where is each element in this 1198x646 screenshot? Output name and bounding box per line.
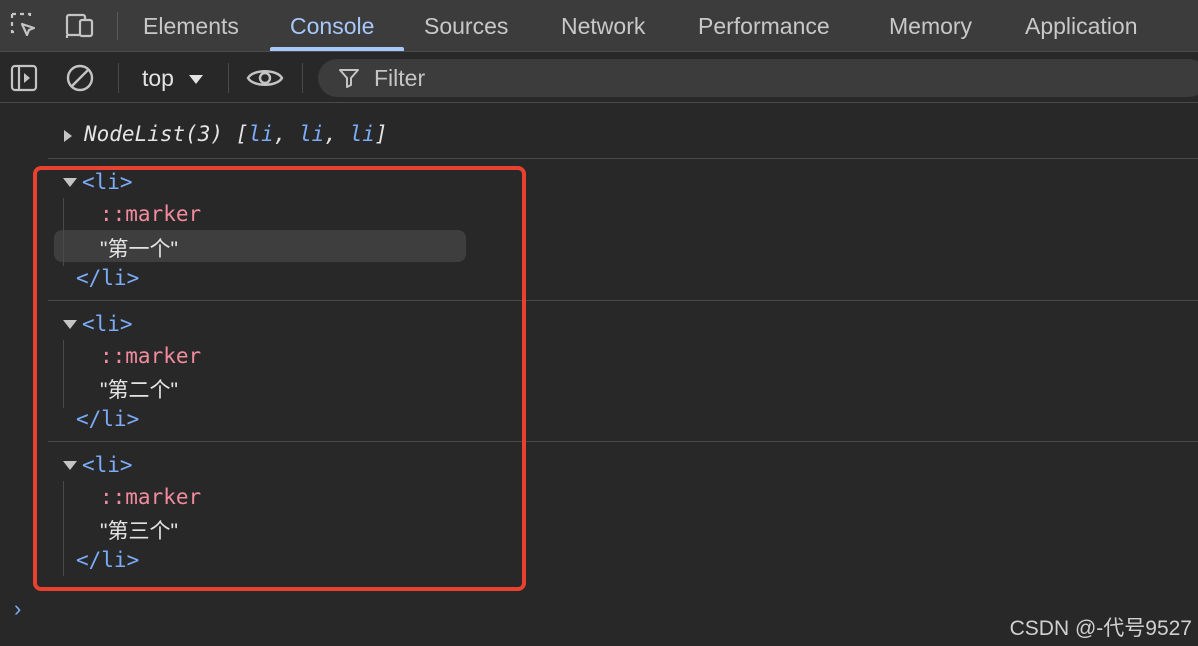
console-toolbar: top Filter: [0, 53, 1198, 103]
console-divider: [48, 158, 1198, 159]
tab-elements[interactable]: Elements: [143, 0, 239, 52]
nodelist-sep: ,: [324, 122, 350, 146]
chevron-down-icon[interactable]: [189, 75, 203, 84]
tab-network[interactable]: Network: [561, 0, 645, 52]
nodelist-open-bracket: [: [235, 122, 249, 146]
tab-memory[interactable]: Memory: [889, 0, 972, 52]
nodelist-item: li: [248, 122, 274, 146]
devtools-tab-bar: Elements Console Sources Network Perform…: [0, 0, 1198, 52]
nodelist-item: li: [349, 122, 375, 146]
nodelist-sep: ,: [273, 122, 299, 146]
tab-application[interactable]: Application: [1025, 0, 1138, 52]
live-expression-eye-icon[interactable]: [246, 62, 284, 94]
toolbar-separator: [228, 63, 229, 93]
filter-placeholder: Filter: [374, 65, 426, 91]
toolbar-separator: [118, 63, 119, 93]
toolbar-separator: [302, 63, 303, 93]
filter-input[interactable]: Filter: [318, 59, 1198, 97]
console-prompt[interactable]: ›: [14, 596, 21, 622]
tab-bar-separator: [117, 12, 118, 40]
nodelist-close-bracket: ]: [374, 122, 388, 146]
nodelist-label: NodeList(3): [84, 122, 224, 146]
inspect-element-icon[interactable]: [8, 10, 40, 42]
tab-console[interactable]: Console: [290, 0, 374, 52]
filter-funnel-icon: [339, 69, 359, 88]
red-highlight-box: [33, 166, 526, 591]
nodelist-summary[interactable]: NodeList(3) [li, li, li]: [84, 122, 388, 146]
nodelist-item: li: [298, 122, 325, 146]
active-tab-indicator: [270, 47, 404, 51]
clear-console-icon[interactable]: [64, 62, 96, 94]
sidebar-toggle-icon[interactable]: [8, 62, 40, 94]
tab-sources[interactable]: Sources: [424, 0, 508, 52]
expand-arrow-icon[interactable]: [64, 130, 72, 142]
device-toggle-icon[interactable]: [64, 10, 96, 42]
context-selector[interactable]: top: [142, 53, 174, 103]
watermark: CSDN @-代号9527: [1009, 617, 1192, 640]
tab-performance[interactable]: Performance: [698, 0, 830, 52]
